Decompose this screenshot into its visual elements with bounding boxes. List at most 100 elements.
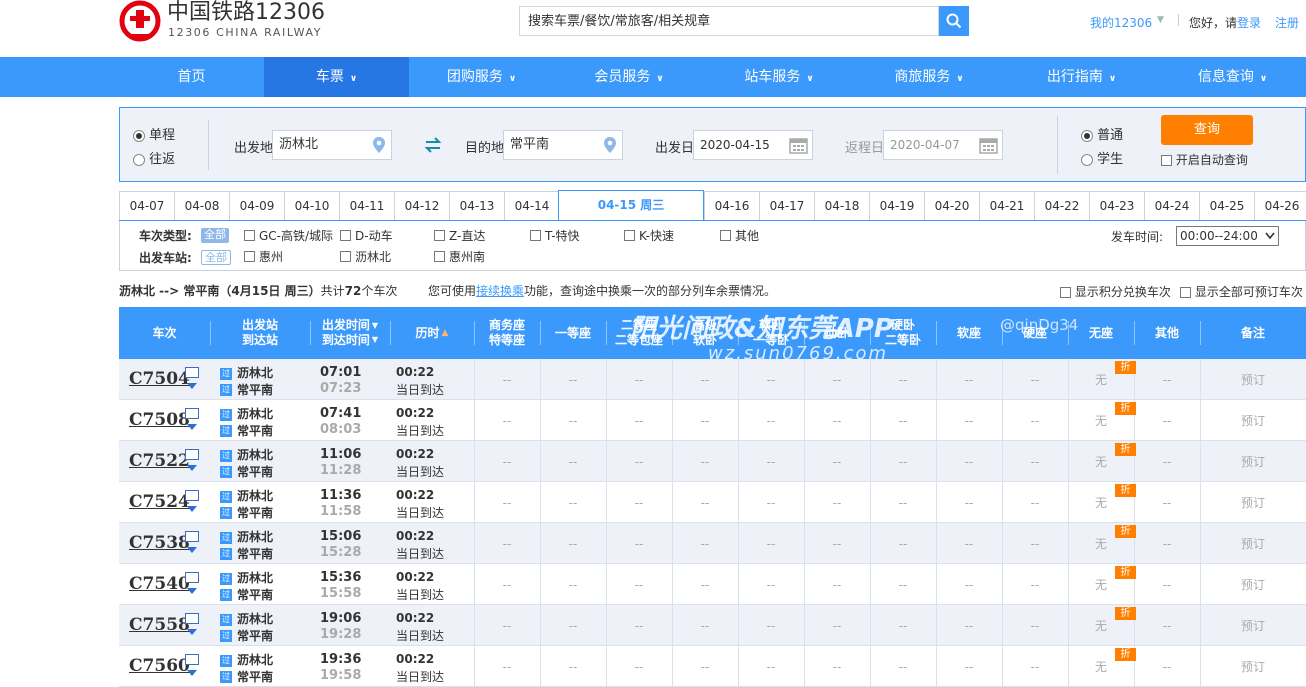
train-type-option[interactable]: Z-直达 (434, 227, 485, 244)
date-tab[interactable]: 04-22 (1034, 191, 1089, 221)
chevron-down-icon[interactable] (187, 383, 197, 389)
train-info-icon[interactable] (185, 613, 199, 624)
date-tab[interactable]: 04-24 (1144, 191, 1199, 221)
show-points-checkbox[interactable] (1060, 287, 1071, 298)
book-button[interactable]: 预订 (1200, 564, 1306, 605)
nav-item-3[interactable]: 会员服务 ∨ (554, 57, 704, 97)
nav-item-7[interactable]: 信息查询 ∨ (1159, 57, 1306, 97)
search-input[interactable] (528, 7, 928, 35)
trip-one-way-option[interactable]: 单程 (133, 124, 175, 143)
show-bookable-checkbox[interactable] (1180, 287, 1191, 298)
register-link[interactable]: 注册 (1275, 14, 1299, 31)
nav-item-5[interactable]: 商旅服务 ∨ (854, 57, 1004, 97)
train-type-checkbox[interactable] (530, 230, 541, 241)
from-station-field[interactable]: 沥林北 (272, 130, 392, 160)
chevron-down-icon[interactable] (187, 465, 197, 471)
swap-stations-icon[interactable] (424, 137, 442, 153)
ticket-student-option[interactable]: 学生 (1081, 148, 1123, 167)
col-duration[interactable]: 历时 ▲ (390, 307, 474, 359)
nav-item-1[interactable]: 车票 ∨ (264, 57, 409, 97)
to-station-field[interactable]: 常平南 (503, 130, 623, 160)
radio-unselected[interactable] (1081, 153, 1093, 166)
book-button[interactable]: 预订 (1200, 441, 1306, 482)
ticket-normal-option[interactable]: 普通 (1081, 124, 1123, 143)
book-button[interactable]: 预订 (1200, 646, 1306, 687)
nav-item-6[interactable]: 出行指南 ∨ (1004, 57, 1159, 97)
query-button[interactable]: 查询 (1161, 115, 1253, 145)
return-date-field[interactable]: 2020-04-07 (883, 130, 1003, 160)
depart-station-option[interactable]: 惠州 (244, 248, 283, 265)
train-number-link[interactable]: C7504 (129, 369, 190, 389)
date-tab[interactable]: 04-14 (504, 191, 559, 221)
train-type-checkbox[interactable] (624, 230, 635, 241)
train-info-icon[interactable] (185, 572, 199, 583)
date-tab[interactable]: 04-17 (759, 191, 814, 221)
train-number-link[interactable]: C7522 (129, 451, 190, 471)
date-tab[interactable]: 04-10 (284, 191, 339, 221)
train-number-link[interactable]: C7508 (129, 410, 190, 430)
chevron-down-icon[interactable] (187, 670, 197, 676)
book-button[interactable]: 预订 (1200, 523, 1306, 564)
chevron-down-icon[interactable] (187, 629, 197, 635)
train-type-checkbox[interactable] (340, 230, 351, 241)
railway-logo-icon[interactable] (119, 0, 161, 42)
chevron-down-icon[interactable] (187, 424, 197, 430)
nav-item-0[interactable]: 首页 (119, 57, 264, 97)
train-type-option[interactable]: K-快速 (624, 227, 674, 244)
show-points-option[interactable]: 显示积分兑换车次 (1060, 283, 1171, 300)
my12306-link[interactable]: 我的12306 (1090, 14, 1152, 31)
train-info-icon[interactable] (185, 490, 199, 501)
radio-unselected[interactable] (133, 153, 145, 166)
date-tab-active[interactable]: 04-15 周三 (558, 190, 704, 221)
date-tab[interactable]: 04-09 (229, 191, 284, 221)
radio-selected[interactable] (133, 129, 145, 142)
nav-item-2[interactable]: 团购服务 ∨ (409, 57, 554, 97)
date-tab[interactable]: 04-23 (1089, 191, 1144, 221)
train-info-icon[interactable] (185, 408, 199, 419)
train-type-checkbox[interactable] (720, 230, 731, 241)
train-number-link[interactable]: C7540 (129, 574, 190, 594)
logo-text-cn[interactable]: 中国铁路12306 (167, 0, 325, 26)
search-button[interactable] (939, 6, 969, 36)
book-button[interactable]: 预订 (1200, 359, 1306, 400)
chevron-down-icon[interactable]: ▼ (1157, 15, 1164, 25)
book-button[interactable]: 预订 (1200, 482, 1306, 523)
date-tab[interactable]: 04-08 (174, 191, 229, 221)
nav-item-4[interactable]: 站车服务 ∨ (704, 57, 854, 97)
date-tab[interactable]: 04-20 (924, 191, 979, 221)
date-tab[interactable]: 04-21 (979, 191, 1034, 221)
train-type-checkbox[interactable] (244, 230, 255, 241)
depart-station-option[interactable]: 惠州南 (434, 248, 485, 265)
train-type-checkbox[interactable] (434, 230, 445, 241)
date-tab[interactable]: 04-07 (119, 191, 174, 221)
date-tab[interactable]: 04-19 (869, 191, 924, 221)
date-tab[interactable]: 04-13 (449, 191, 504, 221)
date-tab[interactable]: 04-16 (704, 191, 759, 221)
depart-station-all-button[interactable]: 全部 (201, 250, 231, 265)
book-button[interactable]: 预订 (1200, 400, 1306, 441)
depart-station-option[interactable]: 沥林北 (340, 248, 391, 265)
train-info-icon[interactable] (185, 449, 199, 460)
train-info-icon[interactable] (185, 367, 199, 378)
col-times[interactable]: 出发时间 到达时间 ▼ ▼ (310, 307, 390, 359)
train-info-icon[interactable] (185, 531, 199, 542)
depart-date-field[interactable]: 2020-04-15 (693, 130, 813, 160)
date-tab[interactable]: 04-12 (394, 191, 449, 221)
login-link[interactable]: 登录 (1237, 16, 1261, 30)
train-number-link[interactable]: C7538 (129, 533, 190, 553)
train-number-link[interactable]: C7558 (129, 615, 190, 635)
trip-round-option[interactable]: 往返 (133, 148, 175, 167)
show-bookable-option[interactable]: 显示全部可预订车次 (1180, 283, 1303, 300)
chevron-down-icon[interactable] (187, 547, 197, 553)
train-type-all-button[interactable]: 全部 (201, 228, 229, 243)
book-button[interactable]: 预订 (1200, 605, 1306, 646)
date-tab[interactable]: 04-18 (814, 191, 869, 221)
depart-station-checkbox[interactable] (434, 251, 445, 262)
chevron-down-icon[interactable] (187, 506, 197, 512)
radio-selected[interactable] (1081, 129, 1093, 142)
depart-time-select[interactable]: 00:00--24:00 (1176, 226, 1279, 246)
train-number-link[interactable]: C7560 (129, 656, 190, 676)
transfer-link[interactable]: 接续换乘 (476, 284, 524, 298)
depart-station-checkbox[interactable] (244, 251, 255, 262)
train-number-link[interactable]: C7524 (129, 492, 190, 512)
